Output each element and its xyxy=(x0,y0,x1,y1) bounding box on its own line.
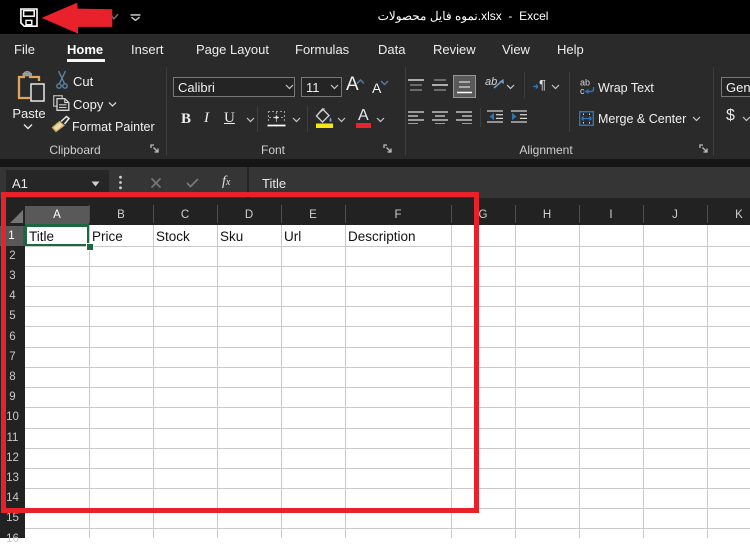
svg-text:c: c xyxy=(580,86,585,95)
